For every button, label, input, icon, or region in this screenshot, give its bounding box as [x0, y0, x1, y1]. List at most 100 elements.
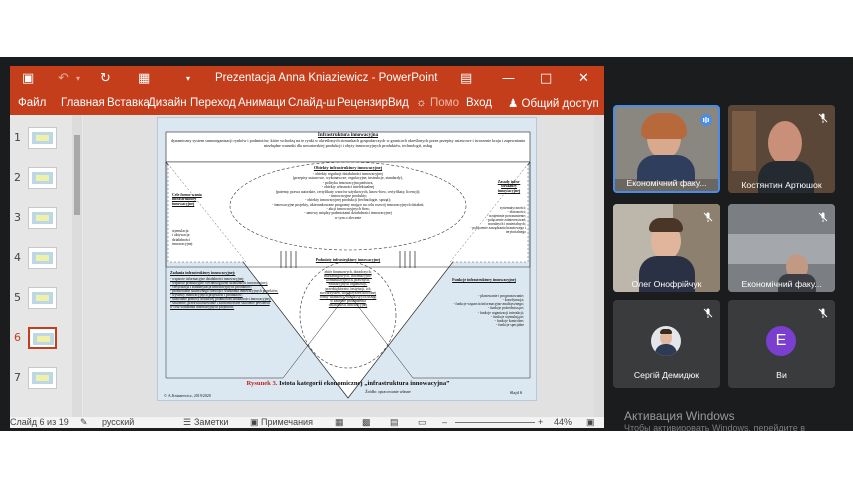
thumbnail-number: 1 [14, 131, 21, 144]
muted-mic-icon [818, 308, 828, 318]
notes-icon: ☰ [183, 417, 192, 427]
tab-home[interactable]: Главная [61, 97, 105, 109]
muted-mic-icon [703, 212, 713, 222]
maximize-icon[interactable]: □ [540, 71, 552, 87]
close-icon[interactable]: ✕ [578, 71, 589, 87]
muted-mic-icon [703, 308, 713, 318]
tab-insert[interactable]: Вставка [107, 97, 150, 109]
ribbon-display-icon[interactable]: ▤ [460, 71, 472, 87]
redo-icon[interactable]: ↻ [100, 71, 111, 87]
reading-view-icon[interactable]: ▤ [390, 417, 399, 428]
speaking-indicator-icon [700, 114, 712, 126]
slide-scrollbar[interactable] [594, 115, 604, 417]
normal-view-icon[interactable]: ▦ [335, 417, 344, 428]
objects-title: Obiekty infrastruktury innowacyjnej [313, 165, 383, 170]
tasks-title: Zadania infrastruktury innowacyjnej: [170, 270, 236, 275]
tell-me-search[interactable]: Помо [430, 97, 459, 109]
goals-list: stymulacja i aktywacja działalności innowac… [172, 229, 212, 246]
tab-review[interactable]: Рецензир [337, 97, 388, 109]
zoom-in-icon[interactable]: + [538, 417, 543, 428]
share-button[interactable]: ♟ Общий доступ [504, 95, 603, 113]
goals-title: Cele formo-wania infrastruktury innowacy… [172, 193, 202, 206]
slide-text-line: działalności innowacyjnej [328, 303, 368, 308]
slide-thumbnail[interactable] [28, 287, 57, 309]
muted-mic-icon [818, 113, 828, 123]
participant-tile[interactable]: Олег Онофрійчук [613, 204, 720, 292]
participant-tile[interactable]: Економічний факу... [613, 105, 720, 193]
participant-name: Костянтин Артюшок [741, 180, 822, 190]
windows-activation-title: Активация Windows [624, 409, 735, 423]
slideshow-view-icon[interactable]: ▭ [418, 417, 427, 428]
tab-slideshow[interactable]: Слайд-ш [288, 97, 336, 109]
participant-tile[interactable]: Костянтин Артюшок [728, 105, 835, 193]
lightbulb-icon: ☼ [416, 97, 427, 109]
save-icon[interactable]: ▣ [22, 71, 34, 87]
slide-thumbnail[interactable] [28, 247, 57, 269]
participant-tile[interactable]: Економічний факу... [728, 204, 835, 292]
screen: ▣ ↶ ▾ ↻ ▦ ▾ Prezentacja Anna Kniaziewicz… [0, 57, 853, 431]
subjects-list: zbiór finansowych, doradczych, marketingo… [304, 270, 392, 307]
thumbnails-scrollbar[interactable] [72, 115, 82, 417]
slide-canvas[interactable]: Infrastruktura innowacyjna dynamiczny sy… [157, 117, 537, 401]
slide-thumbnails-pane: 1 2 3 4 5 6 7 [10, 115, 82, 417]
thumbnail-number: 3 [14, 211, 21, 224]
customize-toolbar-icon[interactable]: ▾ [186, 71, 190, 87]
slide-thumbnail[interactable] [28, 127, 57, 149]
tasks-list: - wsparcie informacyjne działalności inn… [170, 277, 282, 309]
avatar [651, 326, 681, 356]
thumbnail-number: 5 [14, 291, 21, 304]
thumbnail-number: 6 [14, 331, 21, 344]
participant-name: Олег Онофрійчук [631, 279, 702, 289]
participant-name: Економічний факу... [741, 279, 822, 289]
tab-file[interactable]: Файл [18, 97, 46, 109]
zoom-level[interactable]: 44% [554, 417, 572, 428]
fit-slide-icon[interactable]: ▣ [586, 417, 595, 428]
minimize-icon[interactable]: — [502, 71, 515, 87]
slide-text-line: - funkcje specjalne [496, 322, 524, 327]
slide-thumbnail[interactable] [28, 327, 57, 349]
sign-in-link[interactable]: Вход [466, 97, 492, 109]
functions-title: Funkcje infrastruktury innowacyjnej [452, 277, 516, 282]
spellcheck-icon[interactable]: ✎ [80, 417, 88, 428]
participant-name: Економічний факу... [626, 178, 707, 188]
comments-button[interactable]: Примечания [261, 417, 313, 428]
slide-text-line: - połączenie zarządzania branżowego i te… [470, 226, 526, 235]
powerpoint-window: ▣ ↶ ▾ ↻ ▦ ▾ Prezentacja Anna Kniaziewicz… [10, 66, 604, 428]
principles-list: systematyczności; - złożoności; - wzajemni… [460, 206, 526, 234]
tab-view[interactable]: Вид [388, 97, 409, 109]
zoom-out-icon[interactable]: – [442, 417, 447, 428]
objects-list: - obiekty regulacji działalności innowac… [246, 172, 450, 220]
windows-activation-subtitle: Чтобы активировать Windows, перейдите в [624, 423, 805, 431]
slide-text-line: w celu wdrażania innowacyjnych projektów… [170, 305, 235, 310]
slide-footer-left: © A.Kniaziewicz, 2019/2020 [164, 393, 211, 398]
slide-edit-area: Infrastruktura innowacyjna dynamiczny sy… [83, 115, 604, 417]
status-bar: Слайд 6 из 19 ✎ русский ☰ Заметки ▣ Прим… [10, 417, 604, 428]
notes-button[interactable]: Заметки [194, 417, 228, 428]
undo-dropdown-icon[interactable]: ▾ [76, 71, 80, 87]
principles-title: Zasady infra-struktury innowacyjnej [497, 180, 521, 193]
slide-text-line: innowacyjnej [172, 241, 193, 246]
language-indicator[interactable]: русский [102, 417, 134, 428]
caption-text: Istota kategorii ekonomicznej „infrastru… [279, 380, 450, 387]
participant-tile[interactable]: Сергій Демидюк [613, 300, 720, 388]
tab-transitions[interactable]: Переход [190, 97, 236, 109]
ribbon-tabs: Файл Главная Вставка Дизайн Переход Аним… [10, 93, 604, 115]
window-title: Prezentacja Anna Kniaziewicz - PowerPoin… [215, 72, 438, 84]
tab-design[interactable]: Дизайн [148, 97, 187, 109]
thumbnail-number: 2 [14, 171, 21, 184]
participant-tile[interactable]: E Ви [728, 300, 835, 388]
slide-sorter-icon[interactable]: ▩ [362, 417, 371, 428]
slide-number: Slajd 6 [509, 390, 523, 395]
slide-thumbnail[interactable] [28, 207, 57, 229]
share-label: Общий доступ [521, 98, 599, 110]
slideshow-start-icon[interactable]: ▦ [138, 71, 150, 87]
slide-thumbnail[interactable] [28, 367, 57, 389]
slide-thumbnail[interactable] [28, 167, 57, 189]
undo-icon[interactable]: ↶ [58, 71, 69, 87]
zoom-slider[interactable] [455, 422, 535, 423]
functions-list: - planowanie i prognozowanie; - koordynac… [414, 294, 524, 327]
slide-text-line: w tym o zlecenie [334, 215, 362, 220]
tab-animations[interactable]: Анимаци [238, 97, 286, 109]
person-icon: ♟ [508, 98, 522, 110]
thumbnail-number: 7 [14, 371, 21, 384]
